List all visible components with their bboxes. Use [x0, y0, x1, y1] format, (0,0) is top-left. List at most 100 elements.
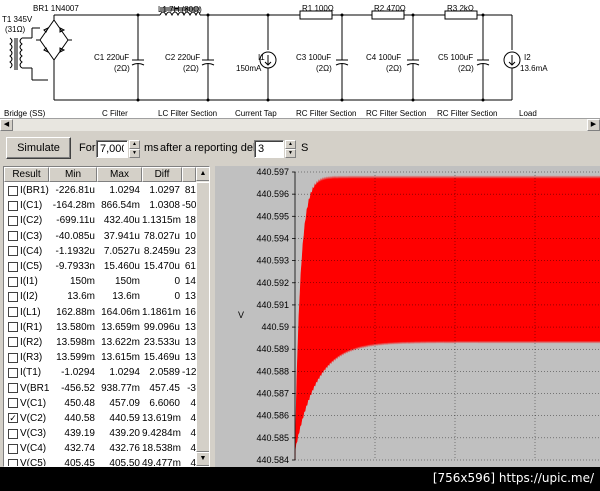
result-checkbox[interactable]: [8, 246, 18, 257]
result-checkbox[interactable]: [8, 428, 18, 439]
result-min: -456.52: [61, 382, 95, 394]
br1-label: BR1 1N4007: [33, 4, 79, 13]
result-name-cell: I(C2): [4, 215, 49, 226]
result-name-cell: V(C4): [4, 443, 49, 454]
y-tick-label: 440.588: [256, 366, 289, 376]
result-min: 13.598m: [56, 336, 95, 348]
result-checkbox[interactable]: [8, 337, 18, 348]
col-min[interactable]: Min: [49, 167, 97, 182]
y-axis-label: V: [238, 310, 244, 320]
result-max: 13.659m: [101, 321, 140, 333]
result-checkbox[interactable]: [8, 458, 18, 466]
table-row[interactable]: V(BR1) -456.52 938.77m 457.45 -3: [4, 380, 196, 395]
col-extra[interactable]: [182, 167, 196, 182]
duration-down-icon[interactable]: ▼: [129, 149, 140, 158]
result-name: I(C2): [20, 215, 43, 227]
c3-esr: (2Ω): [316, 64, 332, 73]
col-result[interactable]: Result: [4, 167, 49, 182]
i2-section-label: Load: [519, 109, 537, 118]
plot-canvas[interactable]: 440.597 440.596 440.595 440.594 440.593 440.5…: [215, 166, 600, 467]
result-checkbox[interactable]: [8, 291, 18, 302]
result-checkbox[interactable]: [8, 398, 18, 409]
results-scroll-thumb[interactable]: [196, 182, 209, 452]
result-extra: 13: [184, 291, 196, 303]
result-max: 150m: [114, 276, 140, 288]
result-extra: 13: [184, 321, 196, 333]
y-tick-label: 440.589: [256, 344, 289, 354]
result-name: I(C1): [20, 200, 43, 212]
col-diff[interactable]: Diff: [142, 167, 182, 182]
result-checkbox[interactable]: [8, 322, 18, 333]
result-checkbox[interactable]: [8, 185, 18, 196]
delay-input[interactable]: [254, 140, 284, 158]
ms-label: ms: [144, 142, 159, 154]
table-row[interactable]: I(C4) -1.1932u 7.0527u 8.2459u 23: [4, 244, 196, 259]
table-row[interactable]: I(C3) -40.085u 37.941u 78.027u 10: [4, 229, 196, 244]
result-extra: 10: [184, 230, 196, 242]
c1-section-label: C Filter: [102, 109, 128, 118]
table-row[interactable]: I(L1) 162.88m 164.06m 1.1861m 16: [4, 305, 196, 320]
duration-input[interactable]: [96, 140, 128, 158]
col-max[interactable]: Max: [97, 167, 142, 182]
table-row[interactable]: I(T1) -1.0294 1.0294 2.0589 -12: [4, 365, 196, 380]
result-name: I(I1): [20, 276, 38, 288]
table-row[interactable]: I(C5) -9.7933n 15.460u 15.470u 61: [4, 259, 196, 274]
table-row[interactable]: V(C3) 439.19 439.20 9.4284m 4: [4, 426, 196, 441]
table-row[interactable]: I(R3) 13.599m 13.615m 15.469u 13: [4, 350, 196, 365]
duration-up-icon[interactable]: ▲: [129, 140, 140, 149]
result-checkbox[interactable]: [8, 307, 18, 318]
table-row[interactable]: I(BR1) -226.81u 1.0294 1.0297 81: [4, 183, 196, 198]
result-checkbox[interactable]: [8, 200, 18, 211]
watermark-text: [756x596] https://upic.me/: [432, 471, 594, 485]
result-checkbox[interactable]: [8, 261, 18, 272]
table-row[interactable]: I(I1) 150m 150m 0 14: [4, 274, 196, 289]
table-row[interactable]: V(C4) 432.74 432.76 18.538m 4: [4, 441, 196, 456]
result-name: V(C2): [20, 412, 47, 424]
scroll-down-arrow-icon[interactable]: ▼: [196, 452, 209, 466]
result-extra: 13: [184, 336, 196, 348]
simulate-button[interactable]: Simulate: [6, 137, 71, 159]
watermark-strip: [756x596] https://upic.me/: [0, 467, 600, 491]
result-name-cell: ✓ V(C2): [4, 413, 49, 424]
y-tick-label: 440.592: [256, 278, 289, 288]
scroll-left-arrow-icon[interactable]: ◀: [0, 119, 13, 131]
result-max: 866.54m: [101, 200, 140, 212]
table-row[interactable]: I(I2) 13.6m 13.6m 0 13: [4, 289, 196, 304]
result-checkbox[interactable]: ✓: [8, 413, 18, 424]
schematic-horizontal-scrollbar[interactable]: ◀ ▶: [0, 118, 600, 131]
result-extra: -50: [182, 200, 196, 212]
result-diff: 0: [174, 291, 180, 303]
waveform-plot[interactable]: 440.597 440.596 440.595 440.594 440.593 440.5…: [215, 166, 600, 467]
result-max: 13.6m: [112, 291, 140, 303]
result-checkbox[interactable]: [8, 215, 18, 226]
table-row[interactable]: I(C2) -699.11u 432.40u 1.1315m 18: [4, 213, 196, 228]
table-row[interactable]: V(C1) 450.48 457.09 6.6060 4: [4, 396, 196, 411]
y-tick-label: 440.587: [256, 389, 289, 399]
delay-down-icon[interactable]: ▼: [285, 149, 296, 158]
table-row[interactable]: ✓ V(C2) 440.58 440.59 13.619m 4: [4, 411, 196, 426]
result-checkbox[interactable]: [8, 276, 18, 287]
delay-up-icon[interactable]: ▲: [285, 140, 296, 149]
result-name-cell: I(C4): [4, 246, 49, 257]
result-checkbox[interactable]: [8, 383, 18, 394]
result-checkbox[interactable]: [8, 352, 18, 363]
c2-section-label: LC Filter Section: [158, 109, 217, 118]
table-row[interactable]: I(R1) 13.580m 13.659m 99.096u 13: [4, 320, 196, 335]
result-min: -164.28m: [52, 200, 95, 212]
result-diff: 6.6060: [149, 397, 180, 409]
result-checkbox[interactable]: [8, 367, 18, 378]
result-checkbox[interactable]: [8, 443, 18, 454]
result-checkbox[interactable]: [8, 231, 18, 242]
result-max: 457.09: [109, 397, 140, 409]
table-row[interactable]: V(C5) 405.45 405.50 49.477m 4: [4, 456, 196, 466]
result-diff: 1.0308: [149, 200, 180, 212]
table-row[interactable]: I(R2) 13.598m 13.622m 23.533u 13: [4, 335, 196, 350]
result-name-cell: V(C5): [4, 458, 49, 466]
scroll-up-arrow-icon[interactable]: ▲: [196, 167, 209, 181]
table-row[interactable]: I(C1) -164.28m 866.54m 1.0308 -50: [4, 198, 196, 213]
duration-spinner[interactable]: ▲ ▼: [129, 140, 140, 158]
delay-spinner[interactable]: ▲ ▼: [285, 140, 296, 158]
scroll-right-arrow-icon[interactable]: ▶: [587, 119, 600, 131]
results-vertical-scrollbar[interactable]: ▲ ▼: [196, 167, 209, 466]
result-extra: 61: [184, 261, 196, 273]
